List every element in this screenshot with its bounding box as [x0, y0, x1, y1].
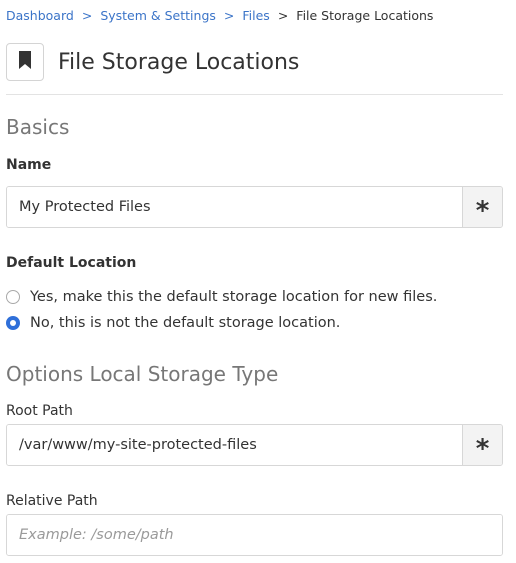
- default-location-option-no[interactable]: No, this is not the default storage loca…: [6, 310, 340, 336]
- default-location-option-yes[interactable]: Yes, make this the default storage locat…: [6, 284, 437, 310]
- default-location-option-no-label: No, this is not the default storage loca…: [30, 315, 341, 331]
- breadcrumb-separator: >: [81, 7, 93, 23]
- page-header: File Storage Locations: [6, 30, 503, 95]
- breadcrumb-separator-plain: >: [277, 7, 289, 23]
- bookmark-icon: [18, 51, 32, 73]
- default-location-label: Default Location: [6, 255, 137, 271]
- breadcrumb-separator: >: [223, 7, 235, 23]
- name-input[interactable]: [7, 187, 462, 227]
- root-path-label: Root Path: [6, 403, 73, 419]
- breadcrumb-link-dashboard[interactable]: Dashboard: [6, 8, 74, 23]
- bookmark-button[interactable]: [6, 43, 44, 81]
- relative-path-label: Relative Path: [6, 493, 98, 509]
- local-storage-section-title: Options Local Storage Type: [6, 362, 279, 386]
- relative-path-input[interactable]: [7, 515, 502, 555]
- default-location-option-yes-label: Yes, make this the default storage locat…: [30, 289, 438, 305]
- breadcrumb-link-files[interactable]: Files: [242, 8, 269, 23]
- name-label: Name: [6, 157, 52, 173]
- breadcrumb: Dashboard > System & Settings > Files > …: [6, 0, 503, 30]
- root-path-input[interactable]: [7, 425, 462, 465]
- required-asterisk-icon: *: [462, 425, 502, 465]
- radio-yes[interactable]: [6, 290, 20, 304]
- basics-section-title: Basics: [6, 115, 70, 139]
- breadcrumb-link-system-settings[interactable]: System & Settings: [100, 8, 216, 23]
- breadcrumb-current: File Storage Locations: [296, 7, 434, 23]
- relative-path-input-group: [6, 514, 503, 556]
- radio-no[interactable]: [6, 316, 20, 330]
- page-title: File Storage Locations: [58, 49, 300, 75]
- root-path-input-group: *: [6, 424, 503, 466]
- name-input-group: *: [6, 186, 503, 228]
- required-asterisk-icon: *: [462, 187, 502, 227]
- file-storage-locations-page: Dashboard > System & Settings > Files > …: [6, 0, 503, 556]
